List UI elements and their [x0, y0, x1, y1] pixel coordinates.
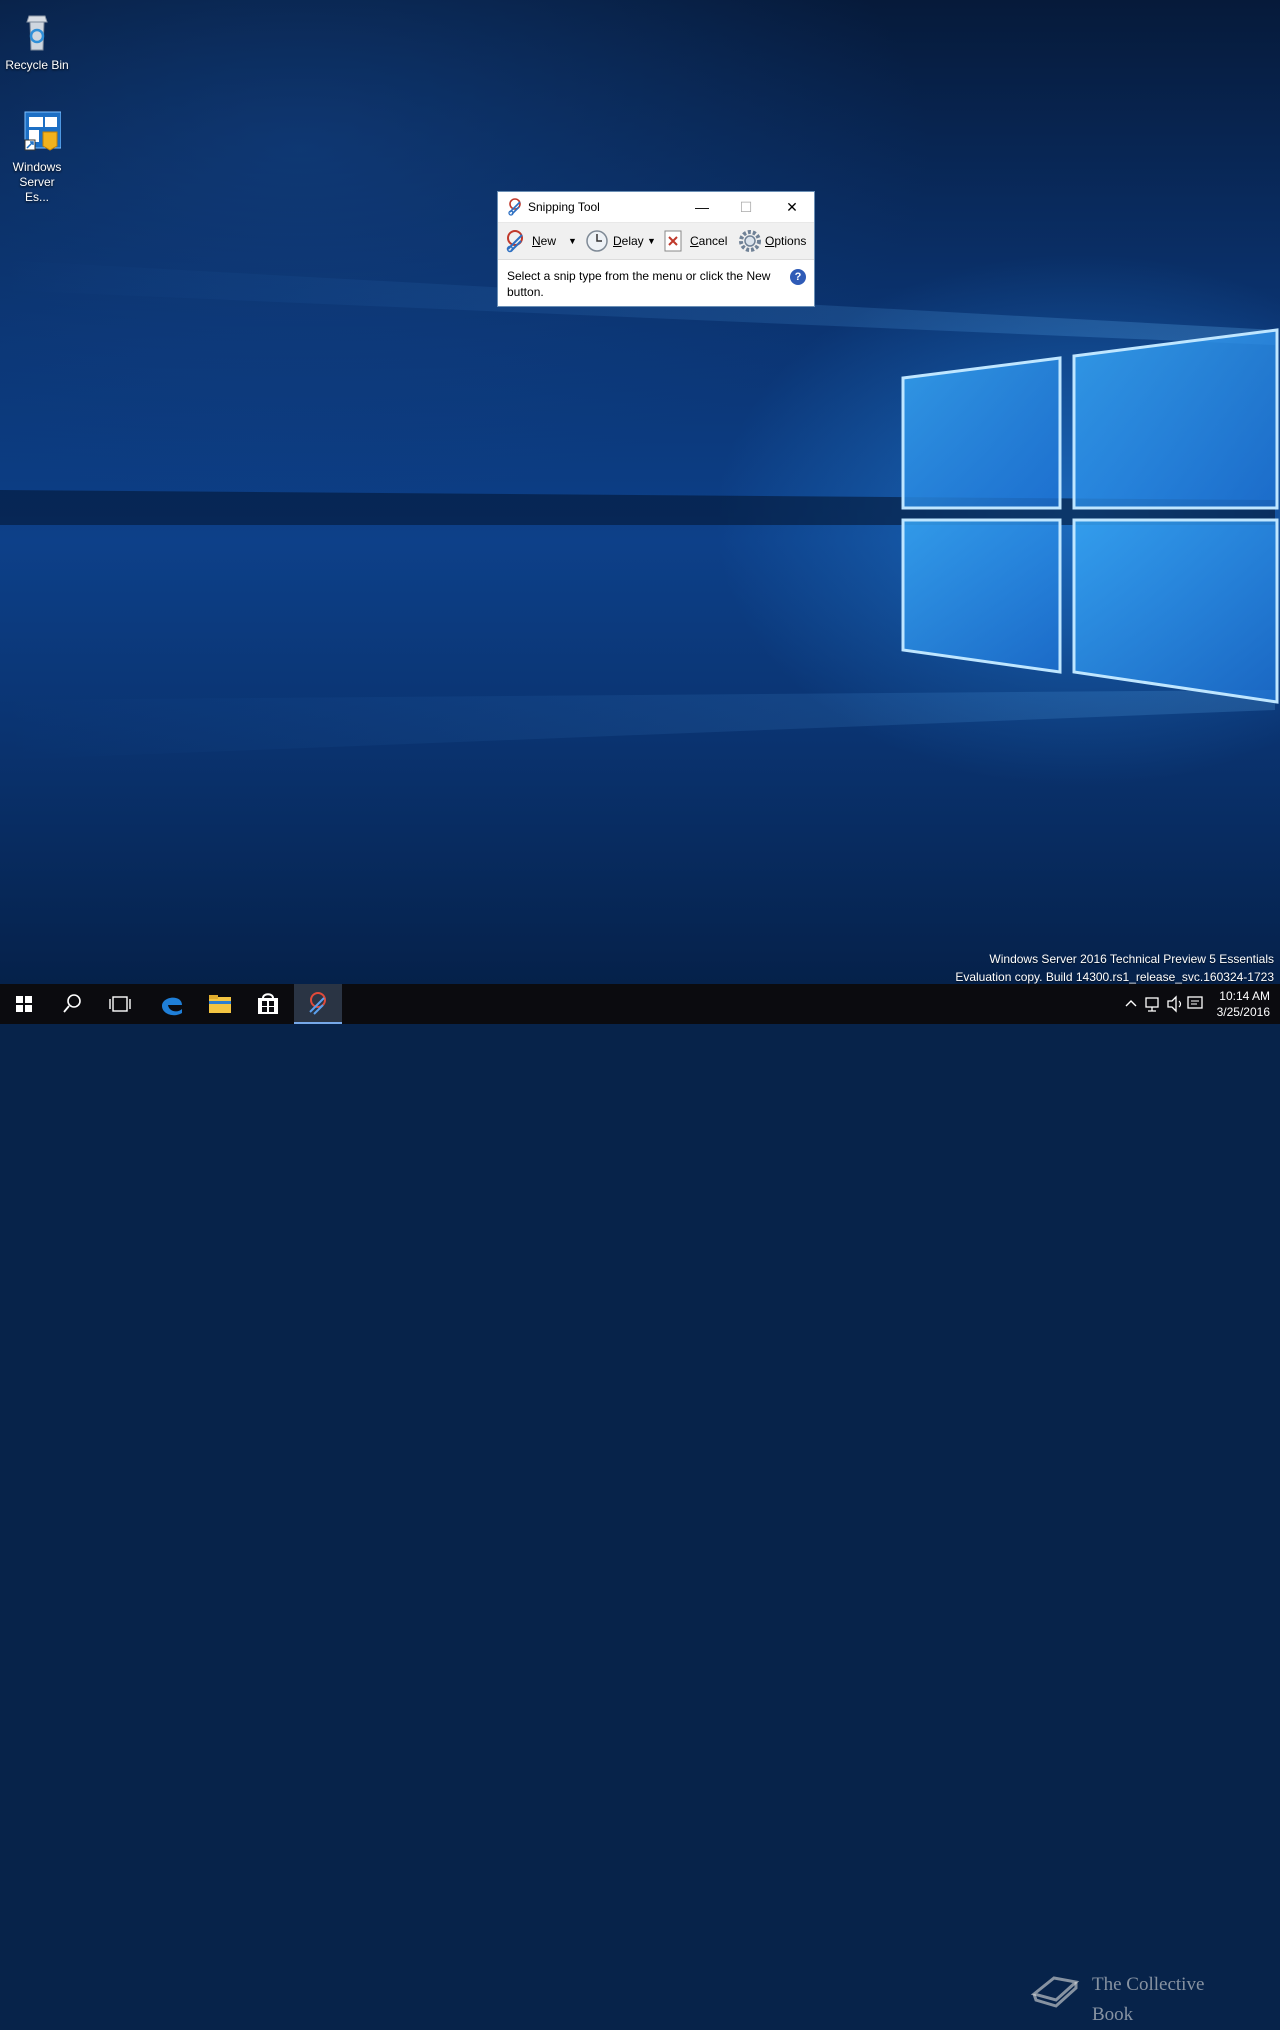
- options-button[interactable]: Options: [738, 229, 810, 253]
- build-watermark: Windows Server 2016 Technical Preview 5 …: [955, 950, 1274, 984]
- edge-button[interactable]: [148, 984, 196, 1024]
- wallpaper-beams: [0, 260, 1279, 760]
- start-button[interactable]: [0, 984, 48, 1024]
- minimize-button[interactable]: —: [679, 192, 725, 222]
- instruction-text: Select a snip type from the menu or clic…: [507, 269, 771, 299]
- snipping-tool-icon: [309, 992, 326, 1015]
- delay-button[interactable]: Delay ▼: [585, 229, 656, 253]
- clock-icon: [586, 230, 608, 252]
- scissors-icon: [506, 230, 523, 253]
- overlay-watermark: The Collective Book: [1030, 1968, 1230, 2025]
- watermark-edition: Windows Server 2016 Technical Preview 5 …: [989, 952, 1274, 966]
- volume-icon: [1167, 995, 1177, 1013]
- show-hidden-icons-icon: [1125, 1000, 1137, 1007]
- window-title: Snipping Tool: [528, 200, 600, 214]
- clock[interactable]: 10:14 AM 3/25/2016: [1217, 988, 1270, 1020]
- watermark-build: Evaluation copy. Build 14300.rs1_release…: [955, 970, 1274, 984]
- new-label: New: [532, 234, 557, 248]
- cancel-label: Cancel: [690, 234, 728, 248]
- close-button[interactable]: ✕: [769, 192, 815, 222]
- file-explorer-icon: [209, 995, 231, 1013]
- task-view-button[interactable]: [96, 984, 144, 1024]
- desktop-icon-label: Recycle Bin: [5, 58, 69, 72]
- cancel-icon: [664, 230, 682, 252]
- delay-dropdown-arrow-icon[interactable]: ▼: [647, 229, 656, 253]
- gear-icon: [739, 230, 761, 252]
- maximize-button[interactable]: ☐: [723, 192, 769, 222]
- options-label: Options: [765, 234, 807, 248]
- edge-icon: [162, 997, 182, 1016]
- snipping-tool-window: Snipping Tool — ☐ ✕ New ▼ Delay ▼ Cancel…: [497, 191, 815, 307]
- desktop-icon-label: Windows Server Es...: [12, 160, 62, 204]
- book-logo-icon: [1030, 1976, 1080, 2008]
- server-dashboard-icon: [13, 110, 62, 158]
- search-button[interactable]: [48, 984, 96, 1024]
- new-button[interactable]: New ▼: [504, 229, 580, 253]
- desktop-icon-recycle-bin[interactable]: Recycle Bin: [1, 8, 73, 73]
- snipping-tool-taskbar-button[interactable]: [294, 984, 342, 1024]
- action-center-icon: [1187, 996, 1203, 1009]
- cancel-button[interactable]: Cancel: [663, 229, 731, 253]
- title-bar[interactable]: Snipping Tool — ☐ ✕: [498, 192, 814, 222]
- desktop-wallpaper: Recycle Bin Windows Server Es... Snippin…: [0, 0, 1280, 984]
- delay-label: Delay: [613, 234, 644, 248]
- snipping-tool-icon: [506, 198, 524, 216]
- desktop-icon-windows-server-essentials[interactable]: Windows Server Es...: [1, 110, 73, 205]
- task-view-icon: [109, 996, 131, 1012]
- recycle-bin-icon: [13, 8, 61, 56]
- taskbar: The Collective Book 10:14 AM 3/25/2016: [0, 984, 1280, 2025]
- file-explorer-button[interactable]: [196, 984, 244, 1024]
- store-button[interactable]: [244, 984, 292, 1024]
- new-dropdown-arrow-icon[interactable]: ▼: [568, 229, 577, 253]
- network-icon: [1145, 997, 1159, 1008]
- toolbar: New ▼ Delay ▼ Cancel Options: [498, 222, 814, 260]
- help-icon[interactable]: ?: [790, 269, 806, 285]
- search-icon: [63, 994, 81, 1013]
- tray-icons: [1125, 995, 1203, 1013]
- clock-time: 10:14 AM: [1219, 989, 1270, 1003]
- start-icon: [16, 996, 32, 1012]
- overlay-watermark-text: The Collective Book: [1092, 1974, 1205, 2025]
- clock-date: 3/25/2016: [1216, 1005, 1270, 1019]
- store-icon: [258, 993, 278, 1014]
